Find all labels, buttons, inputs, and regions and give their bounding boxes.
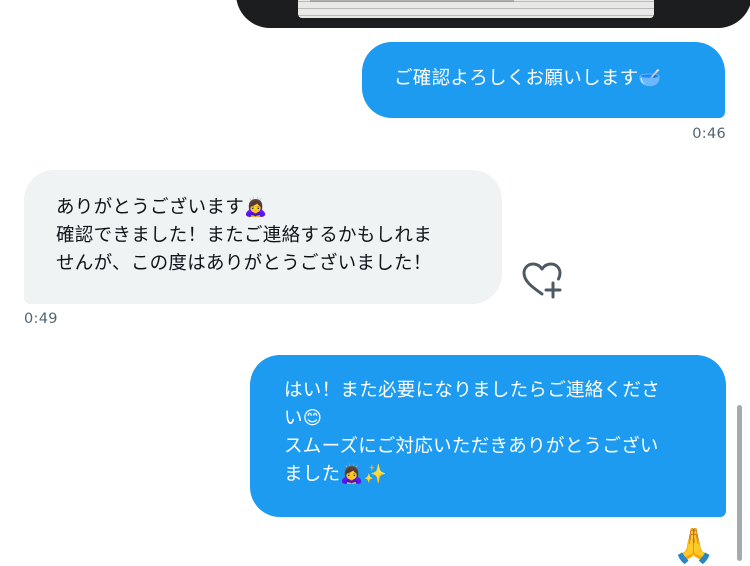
text-line <box>310 0 514 2</box>
shared-image[interactable] <box>236 0 750 28</box>
message-outgoing[interactable]: はい！また必要になりましたらご連絡くださ い😊 スムーズにご対応いただきありがと… <box>250 355 726 517</box>
message-incoming[interactable]: ありがとうございます🙇‍♀️ 確認できました！またご連絡するかもしれま せんが、… <box>24 170 502 304</box>
add-reaction-button[interactable] <box>518 258 566 304</box>
reaction-emoji[interactable]: 🙏 <box>672 526 716 566</box>
scrollbar[interactable] <box>737 405 742 561</box>
heart-plus-icon <box>522 262 562 299</box>
document-photo <box>298 0 654 18</box>
message-outgoing[interactable]: ご確認よろしくお願いします🥣 <box>362 42 725 118</box>
message-timestamp: 0:46 <box>692 126 726 142</box>
message-timestamp: 0:49 <box>24 311 58 327</box>
